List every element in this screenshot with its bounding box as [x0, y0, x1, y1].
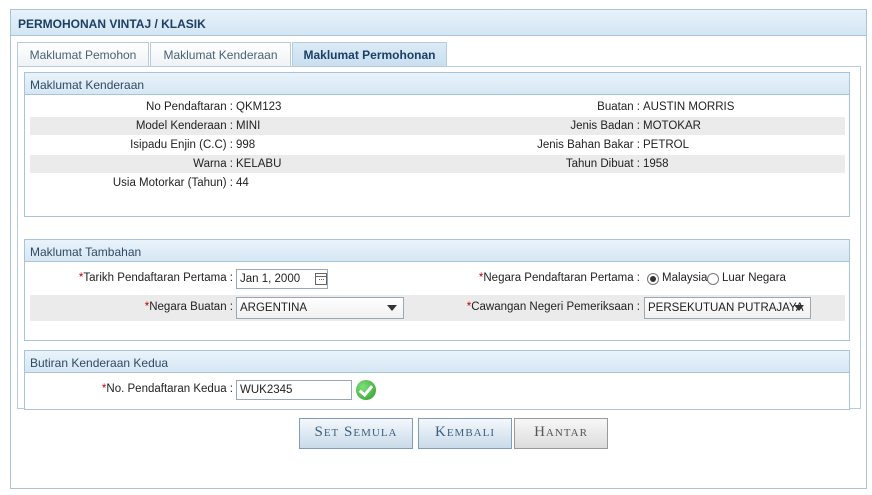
- jenis-bahan-bakar-label: Jenis Bahan Bakar :: [537, 139, 640, 151]
- tarikh-pendaftaran-label: *Tarikh Pendaftaran Pertama :: [79, 272, 233, 284]
- no-pendaftaran-value: QKM123: [236, 101, 282, 113]
- no-pendaftaran-kedua-label: *No. Pendaftaran Kedua :: [102, 383, 233, 395]
- section-title: Maklumat Tambahan: [25, 240, 849, 262]
- negara-buatan-select[interactable]: ARGENTINA: [236, 297, 404, 319]
- radio-luar-negara[interactable]: [707, 273, 719, 285]
- tab-panel: Maklumat Kenderaan No Pendaftaran : QKM1…: [17, 66, 861, 410]
- set-semula-button[interactable]: Set Semula: [299, 418, 413, 449]
- cawangan-select[interactable]: PERSEKUTUAN PUTRAJAYA: [644, 297, 811, 319]
- tab-maklumat-pemohon[interactable]: Maklumat Pemohon: [17, 42, 149, 66]
- jenis-badan-value: MOTOKAR: [643, 120, 701, 132]
- label-text: Tarikh Pendaftaran Pertama :: [83, 272, 233, 284]
- section-maklumat-tambahan: Maklumat Tambahan *Tarikh Pendaftaran Pe…: [24, 239, 850, 341]
- select-value: ARGENTINA: [240, 302, 308, 314]
- info-row: Isipadu Enjin (C.C) : 998 Jenis Bahan Ba…: [30, 136, 845, 154]
- application-window: PERMOHONAN VINTAJ / KLASIK Maklumat Pemo…: [10, 9, 867, 489]
- warna-label: Warna :: [193, 158, 233, 170]
- no-pendaftaran-label: No Pendaftaran :: [146, 101, 233, 113]
- tahun-dibuat-label: Tahun Dibuat :: [565, 158, 640, 170]
- jenis-badan-label: Jenis Badan :: [570, 120, 640, 132]
- model-value: MINI: [236, 120, 261, 132]
- isipadu-value: 998: [236, 139, 256, 151]
- check-valid-icon: [356, 380, 376, 400]
- radio-luar-negara-label: Luar Negara: [722, 272, 786, 284]
- dropdown-arrow-icon: [387, 305, 397, 311]
- kembali-button[interactable]: Kembali: [418, 418, 512, 449]
- info-row: Usia Motorkar (Tahun) : 44: [30, 174, 845, 192]
- radio-malaysia-label: Malaysia: [662, 272, 708, 284]
- dropdown-arrow-icon: [794, 305, 804, 311]
- tab-maklumat-kenderaan[interactable]: Maklumat Kenderaan: [150, 42, 291, 66]
- model-label: Model Kenderaan :: [135, 120, 233, 132]
- negara-pendaftaran-label: *Negara Pendaftaran Pertama :: [479, 272, 640, 284]
- form-row: *Negara Buatan : ARGENTINA *Cawangan Neg…: [30, 295, 845, 321]
- section-maklumat-kenderaan: Maklumat Kenderaan No Pendaftaran : QKM1…: [24, 72, 850, 217]
- label-text: Negara Buatan :: [149, 301, 233, 313]
- label-text: Cawangan Negeri Pemeriksaan :: [471, 301, 640, 313]
- negara-buatan-label: *Negara Buatan :: [145, 301, 233, 313]
- info-row: No Pendaftaran : QKM123 Buatan : AUSTIN …: [30, 98, 845, 116]
- section-title: Butiran Kenderaan Kedua: [25, 351, 849, 373]
- select-value: PERSEKUTUAN PUTRAJAYA: [648, 302, 804, 314]
- isipadu-label: Isipadu Enjin (C.C) :: [130, 139, 233, 151]
- tahun-dibuat-value: 1958: [643, 158, 669, 170]
- hantar-button[interactable]: Hantar: [514, 418, 608, 449]
- no-pendaftaran-kedua-input[interactable]: [236, 380, 352, 400]
- info-row: Warna : KELABU Tahun Dibuat : 1958: [30, 155, 845, 173]
- label-text: Negara Pendaftaran Pertama :: [483, 272, 640, 284]
- buatan-label: Buatan :: [597, 101, 640, 113]
- form-row: *No. Pendaftaran Kedua :: [30, 380, 845, 402]
- warna-value: KELABU: [236, 158, 282, 170]
- usia-value: 44: [236, 177, 249, 189]
- jenis-bahan-bakar-value: PETROL: [643, 139, 690, 151]
- usia-label: Usia Motorkar (Tahun) :: [112, 177, 233, 189]
- window-title: PERMOHONAN VINTAJ / KLASIK: [11, 10, 866, 36]
- label-text: No. Pendaftaran Kedua :: [106, 383, 233, 395]
- cawangan-label: *Cawangan Negeri Pemeriksaan :: [467, 301, 640, 313]
- form-row: *Tarikh Pendaftaran Pertama : *Negara Pe…: [30, 269, 845, 291]
- radio-malaysia[interactable]: [647, 273, 659, 285]
- buatan-value: AUSTIN MORRIS: [643, 101, 735, 113]
- info-row: Model Kenderaan : MINI Jenis Badan : MOT…: [30, 117, 845, 135]
- section-title: Maklumat Kenderaan: [25, 73, 849, 95]
- section-butiran-kenderaan-kedua: Butiran Kenderaan Kedua *No. Pendaftaran…: [24, 350, 850, 410]
- tab-maklumat-permohonan[interactable]: Maklumat Permohonan: [292, 42, 447, 67]
- calendar-icon[interactable]: [315, 273, 327, 285]
